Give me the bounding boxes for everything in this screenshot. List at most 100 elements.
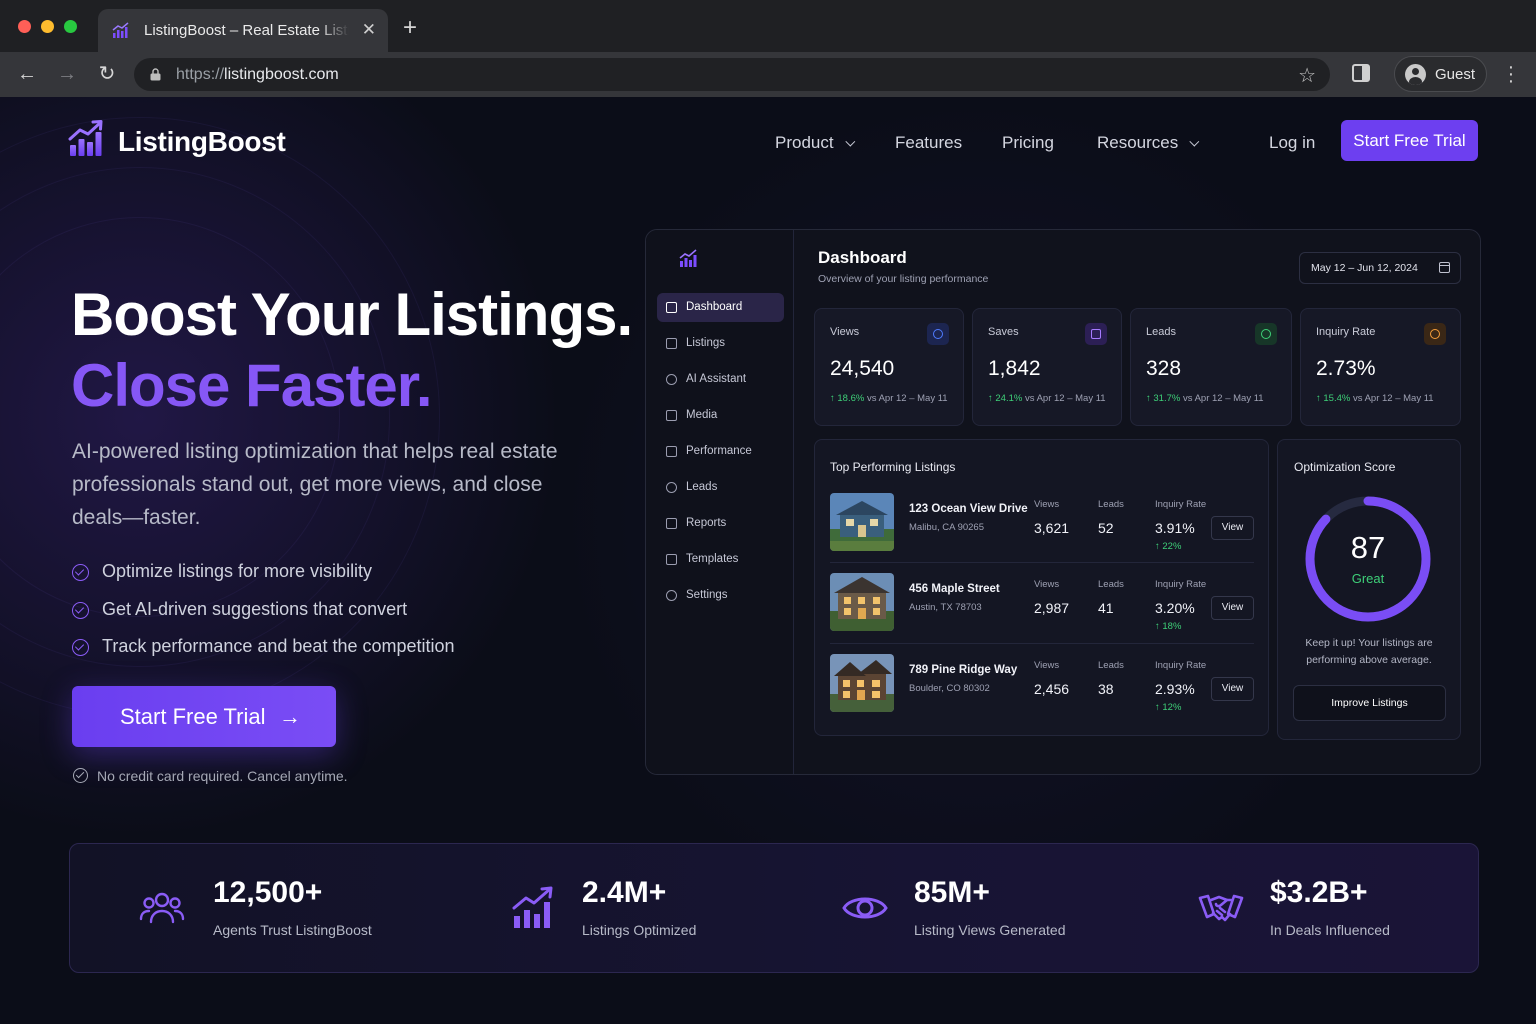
start-free-trial-nav-button[interactable]: Start Free Trial (1341, 120, 1478, 161)
template-icon (666, 554, 677, 565)
start-free-trial-hero-button[interactable]: Start Free Trial → (72, 686, 336, 747)
lock-icon (150, 68, 161, 81)
nav-item-resources[interactable]: Resources (1097, 133, 1200, 153)
profile-button[interactable]: Guest (1394, 56, 1487, 92)
optimization-score-panel: Optimization Score 87 Great Keep it up! … (1277, 439, 1461, 740)
hero-headline-accent: Close Faster. (71, 352, 433, 419)
dashboard-subtitle: Overview of your listing performance (818, 273, 989, 285)
eye-badge-icon (927, 323, 949, 345)
profile-name: Guest (1435, 66, 1476, 83)
browser-toolbar: ← → ↻ https://listingboost.com ☆ Guest ·… (0, 52, 1536, 97)
image-icon (666, 410, 677, 421)
gear-icon (666, 590, 677, 601)
avatar-icon (1405, 64, 1426, 85)
login-link[interactable]: Log in (1269, 133, 1315, 153)
browser-menu-icon[interactable]: · · · (1504, 57, 1518, 91)
listing-city: Austin, TX 78703 (909, 602, 982, 613)
table-row[interactable]: 456 Maple Street Austin, TX 78703 Views … (830, 573, 1254, 633)
table-row[interactable]: 789 Pine Ridge Way Boulder, CO 80302 Vie… (830, 654, 1254, 714)
arrow-right-icon: → (279, 704, 301, 729)
minimize-window-button[interactable] (41, 20, 54, 33)
chevron-down-icon (844, 136, 855, 147)
sidebar-item-dashboard[interactable]: Dashboard (657, 293, 784, 322)
nav-item-features[interactable]: Features (895, 133, 962, 153)
sidebar-item-ai-assistant[interactable]: AI Assistant (657, 365, 784, 394)
handshake-icon (1198, 894, 1244, 922)
landing-page: ListingBoost Product Features Pricing Re… (0, 97, 1536, 1024)
url-text: https://listingboost.com (176, 66, 339, 83)
dashboard-title: Dashboard (818, 248, 907, 267)
stat-label: In Deals Influenced (1270, 922, 1390, 938)
document-icon (666, 518, 677, 529)
tab-close-icon[interactable]: ✕ (362, 20, 376, 40)
score-label: Great (1351, 571, 1385, 586)
listing-address: 123 Ocean View Drive (909, 503, 1028, 515)
eye-icon (842, 897, 888, 919)
forward-arrow-icon[interactable]: → (54, 61, 80, 87)
stats-strip: 12,500+ Agents Trust ListingBoost 2.4M+ … (69, 843, 1479, 973)
check-circle-icon (73, 768, 88, 783)
listing-city: Boulder, CO 80302 (909, 683, 990, 694)
home-icon (666, 302, 677, 313)
view-listing-button[interactable]: View (1211, 596, 1254, 620)
date-range-picker[interactable]: May 12 – Jun 12, 2024 (1299, 252, 1461, 284)
score-note: Keep it up! Your listings are performing… (1305, 637, 1433, 666)
dashboard-sidebar: Dashboard Listings AI Assistant Media Pe… (646, 230, 794, 774)
house-photo (830, 493, 894, 551)
browser-tab-strip: ListingBoost – Real Estate Listing ✕ + (0, 0, 1536, 52)
divider (830, 562, 1254, 563)
back-arrow-icon[interactable]: ← (14, 61, 40, 87)
check-circle-icon (72, 601, 89, 619)
sidebar-item-settings[interactable]: Settings (657, 581, 784, 610)
sidebar-item-templates[interactable]: Templates (657, 545, 784, 574)
hero-headline: Boost Your Listings. (71, 281, 633, 348)
stat-value: 85M+ (914, 876, 990, 909)
kpi-card-views: Views 24,540 ↑ 18.6% vs Apr 12 – May 11 (814, 308, 964, 426)
maximize-window-button[interactable] (64, 20, 77, 33)
stat-value: $3.2B+ (1270, 876, 1368, 909)
side-panel-icon[interactable] (1352, 64, 1370, 82)
score-gauge: 87 Great (1303, 494, 1433, 624)
reload-icon[interactable]: ↻ (94, 61, 120, 87)
sidebar-item-performance[interactable]: Performance (657, 437, 784, 466)
brand-name[interactable]: ListingBoost (118, 126, 286, 158)
nav-item-product[interactable]: Product (775, 133, 855, 153)
stat-value: 2.4M+ (582, 876, 667, 909)
address-bar[interactable]: https://listingboost.com ☆ (134, 58, 1330, 91)
sidebar-item-media[interactable]: Media (657, 401, 784, 430)
check-circle-icon (72, 639, 89, 656)
info-badge-icon (1424, 323, 1446, 345)
browser-tab[interactable]: ListingBoost – Real Estate Listing ✕ (98, 9, 388, 52)
kpi-card-inquiry-rate: Inquiry Rate 2.73% ↑ 15.4% vs Apr 12 – M… (1300, 308, 1461, 426)
sidebar-item-reports[interactable]: Reports (657, 509, 784, 538)
table-row[interactable]: 123 Ocean View Drive Malibu, CA 90265 Vi… (830, 493, 1254, 553)
stat-label: Agents Trust ListingBoost (213, 922, 372, 938)
calendar-icon (1439, 262, 1450, 273)
kpi-card-saves: Saves 1,842 ↑ 24.1% vs Apr 12 – May 11 (972, 308, 1122, 426)
divider (830, 643, 1254, 644)
stat-value: 12,500+ (213, 876, 323, 909)
bookmark-star-icon[interactable]: ☆ (1298, 63, 1316, 88)
listing-address: 456 Maple Street (909, 583, 1000, 595)
chevron-down-icon (1189, 136, 1200, 147)
house-photo (830, 573, 894, 631)
close-window-button[interactable] (18, 20, 31, 33)
new-tab-button[interactable]: + (403, 14, 417, 42)
users-icon (666, 482, 677, 493)
bar-chart-icon (666, 446, 677, 457)
view-listing-button[interactable]: View (1211, 516, 1254, 540)
sidebar-item-leads[interactable]: Leads (657, 473, 784, 502)
optimization-score-title: Optimization Score (1294, 460, 1396, 474)
improve-listings-button[interactable]: Improve Listings (1293, 685, 1446, 721)
hero-subtitle: AI-powered listing optimization that hel… (72, 440, 558, 529)
dashboard-preview: Dashboard Listings AI Assistant Media Pe… (645, 229, 1481, 775)
nav-item-pricing[interactable]: Pricing (1002, 133, 1054, 153)
sidebar-item-listings[interactable]: Listings (657, 329, 784, 358)
listingboost-favicon-icon (112, 22, 129, 38)
stat-label: Listings Optimized (582, 922, 697, 938)
sparkle-icon (666, 374, 677, 385)
tab-title: ListingBoost – Real Estate Listing (144, 22, 349, 39)
house-photo (830, 654, 894, 712)
growth-chart-icon (512, 886, 553, 928)
view-listing-button[interactable]: View (1211, 677, 1254, 701)
